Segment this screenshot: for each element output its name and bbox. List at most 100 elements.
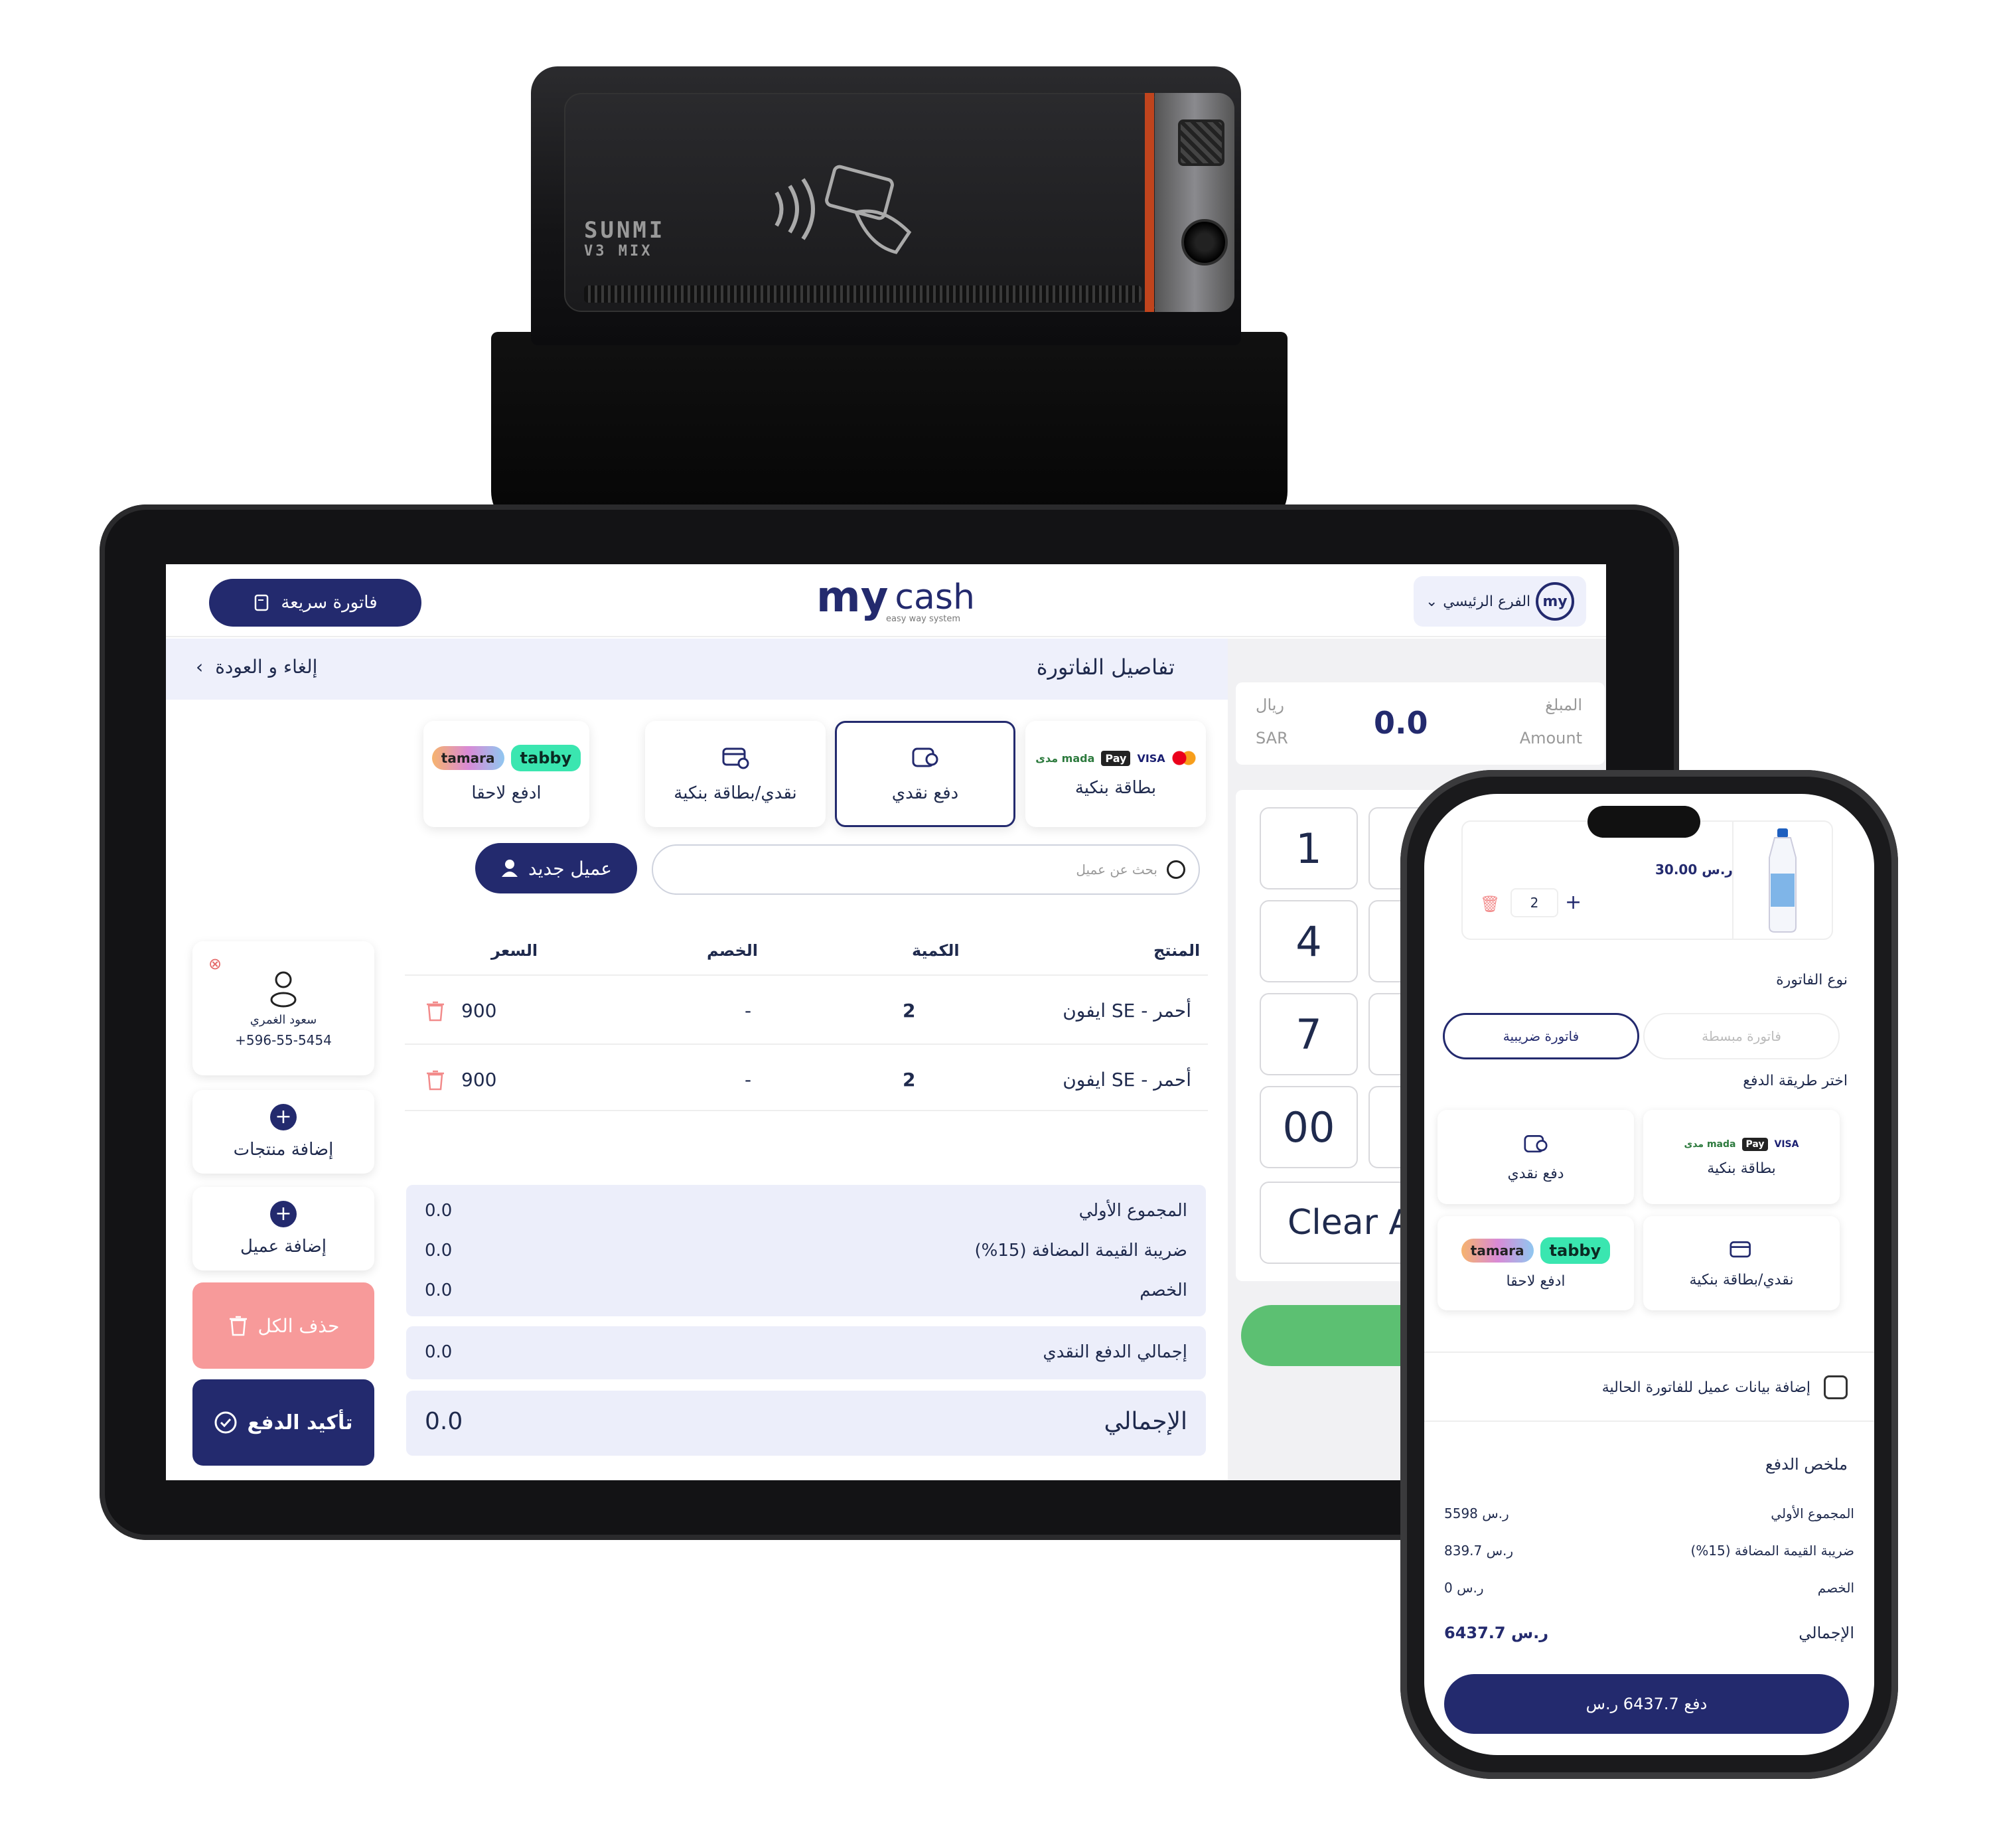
visa-logo: VISA bbox=[1137, 751, 1165, 765]
phone-pay-mixed-option[interactable]: نقدي/بطاقة بنكية bbox=[1643, 1216, 1840, 1310]
cash-total-value: 0.0 bbox=[425, 1342, 453, 1362]
tablet-screen: فاتورة سريعة my cash easy way system ⌄ ا… bbox=[166, 564, 1606, 1480]
customer-card[interactable]: ⊗ سعود الغمري +596-55-5454 bbox=[192, 941, 374, 1075]
payment-summary-title: ملخص الدفع bbox=[1765, 1455, 1848, 1474]
amount-value: 0.0 bbox=[1374, 705, 1428, 741]
phone-pay-cash-label: دفع نقدي bbox=[1507, 1165, 1564, 1182]
phone-pay-later-option[interactable]: tamara tabby ادفع لاحقا bbox=[1438, 1216, 1634, 1310]
camera-lens-icon bbox=[1181, 219, 1228, 266]
item-price: 30.00 ر.س bbox=[1655, 862, 1733, 878]
tax-invoice-tab[interactable]: فاتورة ضريبية bbox=[1443, 1013, 1639, 1059]
pay-mixed-option[interactable]: نقدي/بطاقة بنكية bbox=[645, 721, 826, 827]
key-00[interactable]: 00 bbox=[1260, 1086, 1358, 1168]
divider bbox=[1424, 1421, 1874, 1422]
phone-pay-button[interactable]: دفع 6437.7 ر.س bbox=[1444, 1674, 1849, 1734]
cash-total-line: 0.0 إجمالي الدفع النقدي bbox=[425, 1342, 1187, 1362]
qr-scanner-icon bbox=[1178, 119, 1224, 166]
product-image bbox=[1732, 822, 1832, 939]
branch-name: الفرع الرئيسي bbox=[1443, 593, 1531, 610]
cash-total-box: 0.0 إجمالي الدفع النقدي bbox=[406, 1326, 1206, 1379]
simplified-invoice-tab[interactable]: فاتورة مبسطة bbox=[1643, 1013, 1840, 1059]
search-placeholder: بحث عن عميل bbox=[1076, 862, 1157, 878]
vat-value: 0.0 bbox=[425, 1241, 453, 1261]
pay-cash-option[interactable]: دفع نقدي bbox=[835, 721, 1015, 827]
subtotal-line: 0.0 المجموع الأولي bbox=[425, 1201, 1187, 1221]
add-customer-data-label: إضافة بيانات عميل للفاتورة الحالية bbox=[1601, 1379, 1810, 1396]
cash-icon bbox=[912, 747, 938, 767]
apple-pay-logo: Pay bbox=[1742, 1137, 1768, 1151]
subtotal-value: 0.0 bbox=[425, 1201, 453, 1221]
customer-search-input[interactable]: بحث عن عميل bbox=[652, 844, 1200, 895]
add-customer-button[interactable]: + إضافة عميل bbox=[192, 1187, 374, 1270]
add-customer-data-row[interactable]: إضافة بيانات عميل للفاتورة الحالية bbox=[1602, 1375, 1848, 1399]
choose-payment-label: اختر طريقة الدفع bbox=[1743, 1073, 1848, 1089]
summary-label: الخصم bbox=[1817, 1580, 1854, 1596]
quick-invoice-button[interactable]: فاتورة سريعة bbox=[209, 579, 421, 627]
key-7[interactable]: 7 bbox=[1260, 993, 1358, 1075]
summary-discount: 0 ر.س الخصم bbox=[1444, 1580, 1854, 1596]
key-4[interactable]: 4 bbox=[1260, 900, 1358, 982]
plus-icon[interactable]: + bbox=[1565, 891, 1582, 914]
bnpl-brands: tamara tabby bbox=[431, 745, 581, 771]
bnpl-brands: tamara tabby bbox=[1461, 1237, 1611, 1264]
totals-box: 0.0 المجموع الأولي 0.0 ضريبة القيمة المضاف… bbox=[406, 1185, 1206, 1316]
summary-value: 839.7 ر.س bbox=[1444, 1543, 1514, 1559]
row-product: ايفون SE - أحمر bbox=[1063, 1000, 1191, 1022]
summary-value: 5598 ر.س bbox=[1444, 1505, 1509, 1521]
trash-icon bbox=[229, 1316, 247, 1336]
delete-all-button[interactable]: حذف الكل bbox=[192, 1282, 374, 1369]
phone-notch bbox=[1587, 806, 1700, 838]
printer-accent-strip bbox=[1145, 93, 1154, 312]
trash-icon[interactable] bbox=[425, 1069, 446, 1091]
tamara-logo: tamara bbox=[1461, 1238, 1534, 1263]
summary-total-value: 6437.7 ر.س bbox=[1444, 1624, 1549, 1642]
row-discount: - bbox=[745, 1000, 752, 1022]
pay-cash-label: دفع نقدي bbox=[891, 783, 959, 803]
new-customer-label: عميل جديد bbox=[528, 857, 612, 880]
trash-icon[interactable]: 🗑 bbox=[1480, 895, 1500, 913]
cancel-back-link[interactable]: ‹ إلغاء و العودة bbox=[196, 656, 317, 678]
card-brands: مدى mada Pay VISA bbox=[1684, 1137, 1799, 1151]
key-1[interactable]: 1 bbox=[1260, 807, 1358, 889]
remove-customer-icon[interactable]: ⊗ bbox=[208, 955, 222, 973]
col-price: السعر bbox=[491, 941, 538, 960]
new-customer-button[interactable]: عميل جديد bbox=[475, 843, 637, 893]
printer-model: V3 MIX bbox=[584, 243, 653, 260]
row-discount: - bbox=[745, 1069, 752, 1091]
currency-ar: ريال bbox=[1256, 696, 1285, 714]
add-customer-checkbox[interactable] bbox=[1824, 1375, 1848, 1399]
summary-value: 0 ر.س bbox=[1444, 1580, 1484, 1596]
confirm-payment-button[interactable]: تأكيد الدفع bbox=[192, 1379, 374, 1466]
col-discount: الخصم bbox=[707, 941, 759, 960]
vat-line: 0.0 ضريبة القيمة المضافة (15%) bbox=[425, 1241, 1187, 1261]
phone-pay-cash-option[interactable]: دفع نقدي bbox=[1438, 1110, 1634, 1204]
card-cash-icon bbox=[1730, 1241, 1751, 1257]
quantity-stepper[interactable]: 2 bbox=[1511, 888, 1558, 917]
discount-label: الخصم bbox=[1140, 1280, 1187, 1300]
add-products-label: إضافة منتجات bbox=[233, 1140, 334, 1160]
customer-name: سعود الغمري bbox=[250, 1012, 317, 1027]
table-row: ايفون SE - أحمر 2 - 900 bbox=[405, 1043, 1208, 1111]
invoice-icon bbox=[255, 594, 269, 611]
amount-display: المبلغ Amount 0.0 ريال SAR bbox=[1236, 682, 1605, 765]
add-products-button[interactable]: + إضافة منتجات bbox=[192, 1090, 374, 1174]
mycash-logo: my cash bbox=[816, 576, 975, 619]
branch-selector[interactable]: ⌄ الفرع الرئيسي my bbox=[1414, 576, 1586, 627]
visa-logo: VISA bbox=[1774, 1138, 1799, 1150]
check-circle-icon bbox=[214, 1411, 237, 1434]
grand-total-value: 0.0 bbox=[425, 1408, 463, 1435]
quick-invoice-label: فاتورة سريعة bbox=[281, 593, 378, 613]
table-row: ايفون SE - أحمر 2 - 900 bbox=[405, 974, 1208, 1042]
cash-total-label: إجمالي الدفع النقدي bbox=[1043, 1342, 1187, 1362]
pay-later-option[interactable]: tamara tabby ادفع لاحقا bbox=[423, 721, 589, 827]
tabby-logo: tabby bbox=[1540, 1237, 1611, 1264]
pay-card-option[interactable]: مدى mada Pay VISA بطاقة بنكية bbox=[1025, 721, 1206, 827]
tabby-logo: tabby bbox=[510, 745, 581, 771]
pay-card-label: بطاقة بنكية bbox=[1074, 777, 1157, 798]
phone-pay-card-option[interactable]: مدى mada Pay VISA بطاقة بنكية bbox=[1643, 1110, 1840, 1204]
summary-vat: 839.7 ر.س ضريبة القيمة المضافة (15%) bbox=[1444, 1543, 1854, 1559]
mada-logo: مدى mada bbox=[1684, 1138, 1736, 1150]
vat-label: ضريبة القيمة المضافة (15%) bbox=[974, 1241, 1187, 1261]
col-qty: الكمية bbox=[912, 941, 960, 960]
trash-icon[interactable] bbox=[425, 1000, 446, 1022]
